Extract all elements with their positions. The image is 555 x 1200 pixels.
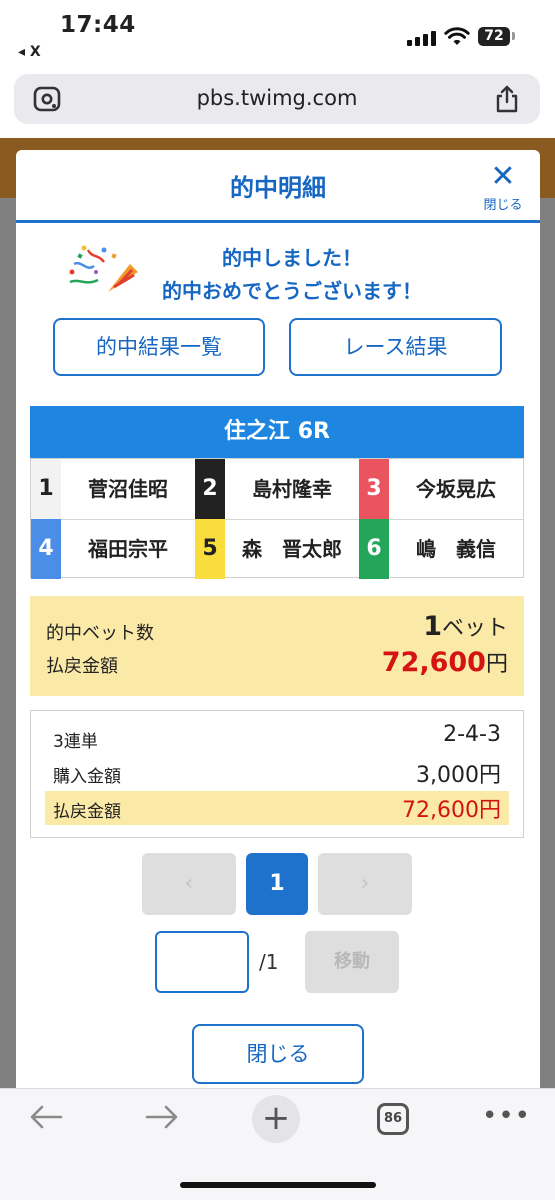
modal-close-button[interactable]: ✕ 閉じる — [480, 159, 526, 214]
home-indicator — [180, 1182, 376, 1188]
racer-name: 森 晋太郎 — [242, 537, 342, 561]
bet-detail: 3連単 2-4-3 購入金額 3,000円 払戻金額 72,600円 — [30, 710, 524, 838]
results-list-button[interactable]: 的中結果一覧 — [53, 318, 265, 376]
racer-cell: 2 島村隆幸 — [195, 459, 359, 519]
racer-name: 島村隆幸 — [252, 477, 332, 501]
share-icon[interactable] — [494, 85, 520, 113]
new-tab-button[interactable]: + — [252, 1095, 300, 1143]
racer-cell: 4 福田宗平 — [31, 519, 195, 579]
bet-count-unit: ベット — [441, 616, 508, 641]
hit-message-line2: 的中おめでとうございます！ — [162, 279, 422, 303]
bet-count-label: 的中ベット数 — [46, 623, 154, 644]
wifi-icon — [444, 27, 470, 45]
racer-name: 福田宗平 — [88, 537, 168, 561]
more-menu-icon[interactable]: ••• — [482, 1101, 531, 1131]
address-bar[interactable]: pbs.twimg.com — [14, 74, 540, 124]
status-time: 17:44 — [60, 12, 136, 38]
close-icon: ✕ — [490, 159, 516, 194]
pager-current-page[interactable]: 1 — [246, 853, 308, 915]
pager-next-button[interactable]: › — [318, 853, 412, 915]
payout-total-unit: 円 — [485, 652, 508, 677]
hit-detail-modal: 的中明細 ✕ 閉じる 的中しました！ 的中おめでとうございます！ 的中結果一覧 … — [16, 150, 540, 1110]
racer-name: 嶋 義信 — [416, 537, 496, 561]
race-result-button[interactable]: レース結果 — [289, 318, 502, 376]
forward-arrow-icon[interactable] — [144, 1103, 180, 1131]
racer-table: 1 菅沼佳昭 2 島村隆幸 3 今坂晃広 4 福田宗平 5 森 晋太郎 6 嶋 … — [30, 458, 524, 579]
bet-type-label: 3連単 — [53, 732, 98, 752]
racer-number: 4 — [31, 519, 61, 579]
battery-icon: 72 — [478, 27, 510, 46]
pager-prev-button[interactable]: ‹ — [142, 853, 236, 915]
cellular-signal-icon — [407, 30, 437, 46]
close-button[interactable]: 閉じる — [192, 1024, 364, 1084]
page-total: /1 — [259, 950, 279, 974]
purchase-label: 購入金額 — [53, 767, 121, 787]
detail-payout-row: 払戻金額 72,600円 — [45, 791, 509, 825]
detail-payout-value: 72,600円 — [402, 798, 501, 823]
bet-count: 1ベット — [423, 610, 508, 642]
racer-number: 6 — [359, 519, 389, 579]
modal-title: 的中明細 — [230, 174, 326, 202]
back-to-app-link[interactable]: ◂ X — [18, 44, 41, 60]
modal-close-label: 閉じる — [483, 198, 523, 213]
page-number-input[interactable] — [155, 931, 249, 993]
racer-name: 菅沼佳昭 — [88, 477, 168, 501]
racer-number: 1 — [31, 459, 61, 519]
bet-type-value: 2-4-3 — [443, 722, 501, 747]
party-popper-icon — [69, 245, 138, 292]
hit-summary: 的中ベット数 1ベット 払戻金額 72,600円 — [30, 596, 524, 696]
racer-cell: 5 森 晋太郎 — [195, 519, 359, 579]
purchase-row: 購入金額 3,000円 — [45, 756, 509, 790]
payout-total-value: 72,600 — [381, 647, 486, 678]
move-button[interactable]: 移動 — [305, 931, 399, 993]
hit-message: 的中しました！ 的中おめでとうございます！ — [142, 242, 442, 308]
payout-label: 払戻金額 — [46, 656, 118, 677]
racer-number: 3 — [359, 459, 389, 519]
racer-cell: 6 嶋 義信 — [359, 519, 523, 579]
purchase-value: 3,000円 — [416, 763, 501, 788]
detail-payout-label: 払戻金額 — [53, 802, 121, 822]
bet-count-value: 1 — [423, 611, 442, 642]
url-text[interactable]: pbs.twimg.com — [14, 86, 540, 110]
hit-message-line1: 的中しました！ — [222, 246, 362, 270]
status-bar: 17:44 ◂ X 72 — [0, 0, 555, 62]
tab-switcher-button[interactable]: 86 — [377, 1103, 409, 1135]
race-title: 住之江 6R — [30, 406, 524, 458]
racer-cell: 1 菅沼佳昭 — [31, 459, 195, 519]
battery-tip — [512, 32, 515, 40]
racer-cell: 3 今坂晃広 — [359, 459, 523, 519]
title-divider — [16, 220, 540, 223]
back-arrow-icon[interactable] — [28, 1103, 64, 1131]
racer-name: 今坂晃広 — [416, 477, 496, 501]
racer-number: 5 — [195, 519, 225, 579]
payout-total: 72,600円 — [382, 646, 508, 678]
racer-number: 2 — [195, 459, 225, 519]
bet-type-row: 3連単 2-4-3 — [45, 721, 509, 755]
